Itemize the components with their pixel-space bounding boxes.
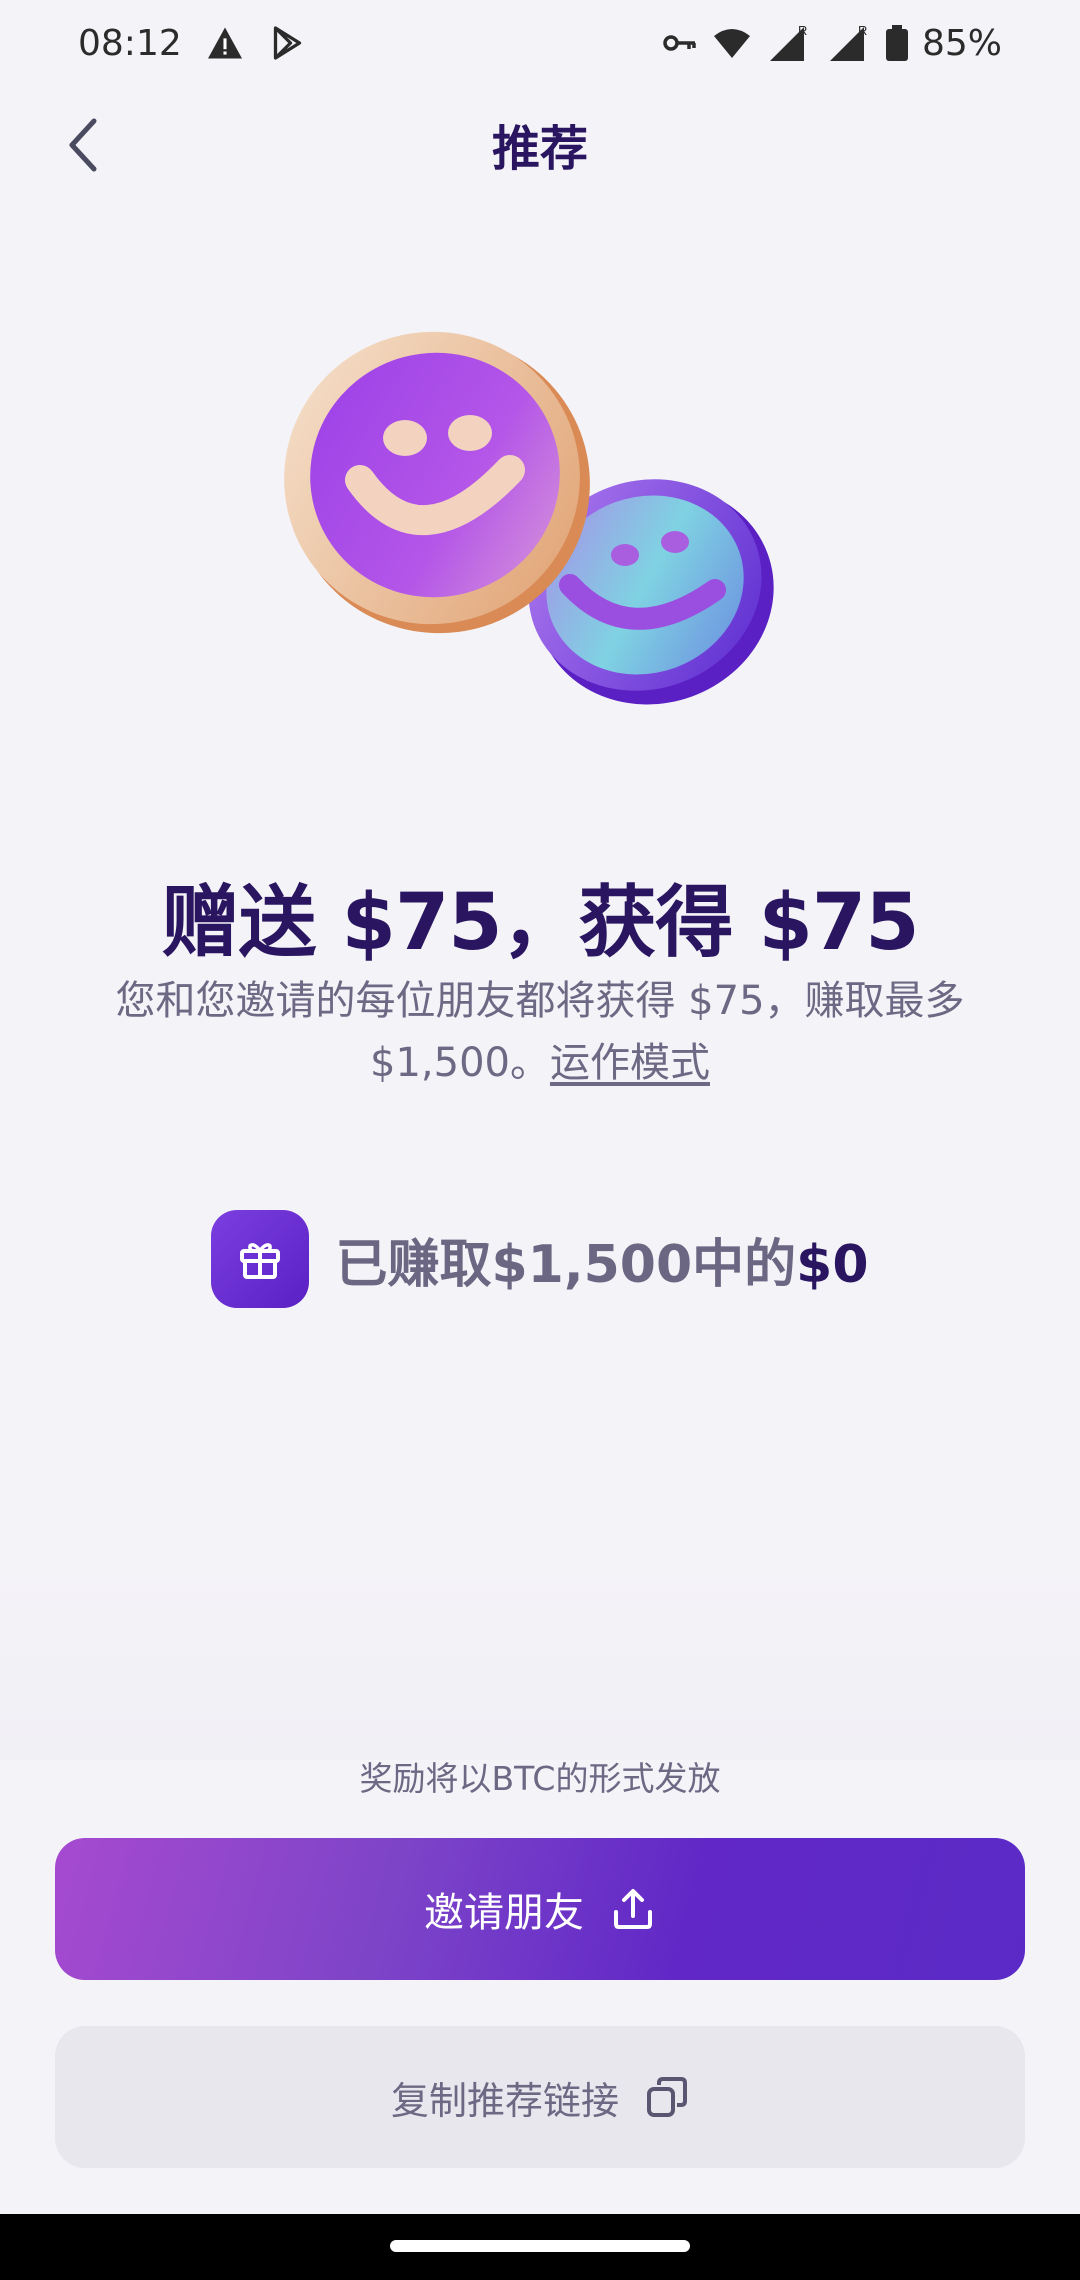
earnings-progress: 已赚取$1,500中的$0 xyxy=(0,1210,1080,1308)
invite-friends-button[interactable]: 邀请朋友 xyxy=(55,1838,1025,1980)
status-right: R R 85% xyxy=(662,23,1002,64)
description: 您和您邀请的每位朋友都将获得 $75，赚取最多 $1,500。运作模式 xyxy=(70,970,1010,1094)
headline: 赠送 $75，获得 $75 xyxy=(161,878,920,968)
coins-graphic xyxy=(284,331,774,705)
top-bar: 推荐 xyxy=(0,100,1080,188)
battery-icon xyxy=(885,25,908,61)
signal-icon: R xyxy=(766,23,812,63)
share-upload-icon xyxy=(614,1889,652,1929)
earnings-prefix: 已赚取 xyxy=(335,1234,492,1295)
wifi-icon xyxy=(712,26,752,60)
bottom-fade xyxy=(0,1560,1080,1760)
signal-icon: R xyxy=(826,23,872,63)
battery-percent: 85% xyxy=(921,22,1002,64)
back-button[interactable] xyxy=(48,110,118,180)
status-left: 08:12 xyxy=(78,23,304,64)
gift-icon xyxy=(240,1243,281,1279)
home-gesture-handle[interactable] xyxy=(390,2240,690,2252)
copy-referral-link-button[interactable]: 复制推荐链接 xyxy=(55,2026,1025,2168)
earnings-goal: $1,500 xyxy=(491,1234,693,1295)
invite-button-label: 邀请朋友 xyxy=(424,1890,584,1936)
vpn-key-icon xyxy=(662,31,698,55)
status-time: 08:12 xyxy=(78,22,182,64)
chevron-left-icon xyxy=(69,118,97,172)
description-text: 您和您邀请的每位朋友都将获得 $75，赚取最多 $1,500。 xyxy=(115,978,965,1086)
page-title: 推荐 xyxy=(491,121,588,177)
smiley-coins-illustration xyxy=(270,320,810,720)
earnings-text: 已赚取$1,500中的$0 xyxy=(335,1222,868,1297)
system-navigation-bar xyxy=(0,2214,1080,2280)
earnings-amount: $0 xyxy=(796,1234,869,1295)
gift-badge xyxy=(211,1210,310,1308)
copy-icon xyxy=(647,2077,687,2117)
earnings-middle: 中的 xyxy=(692,1234,797,1295)
roaming-label-2: R xyxy=(858,23,867,38)
warning-icon xyxy=(206,26,244,60)
reward-note: 奖励将以BTC的形式发放 xyxy=(359,1759,721,1798)
roaming-label-1: R xyxy=(798,23,807,38)
status-bar: 08:12 R R 85% xyxy=(0,0,1080,86)
copy-button-label: 复制推荐链接 xyxy=(390,2078,619,2123)
how-it-works-link[interactable]: 运作模式 xyxy=(550,1040,710,1086)
play-store-icon xyxy=(268,25,304,61)
